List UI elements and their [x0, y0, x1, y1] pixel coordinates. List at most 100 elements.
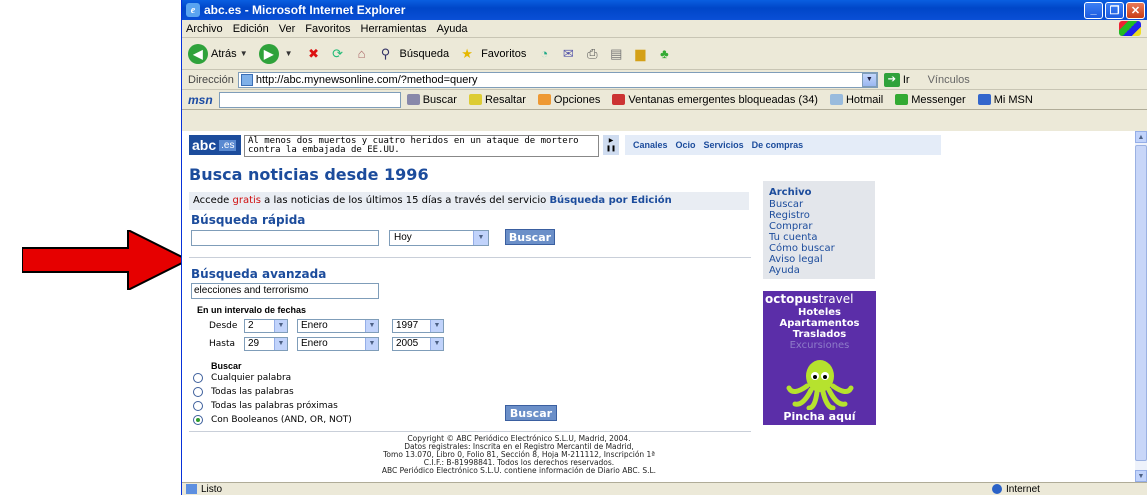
vertical-scrollbar[interactable]: ▲ ▼	[1135, 131, 1147, 482]
maximize-button[interactable]: ❐	[1105, 1, 1124, 19]
sidebar-link-registro[interactable]: Registro	[769, 210, 869, 221]
menu-favoritos[interactable]: Favoritos	[305, 23, 350, 35]
popup-blocker-button[interactable]: Ventanas emergentes bloqueadas (34)	[612, 94, 818, 106]
go-arrow-icon: ➔	[883, 72, 900, 87]
menu-herramientas[interactable]: Herramientas	[361, 23, 427, 35]
play-icon[interactable]: ▶	[609, 137, 614, 145]
site-header: abc .es Al menos dos muertos y cuatro her…	[189, 135, 1129, 159]
sidebar-link-cuenta[interactable]: Tu cuenta	[769, 232, 869, 243]
quick-search-input[interactable]	[191, 230, 379, 246]
close-button[interactable]: ✕	[1126, 1, 1145, 19]
menu-ver[interactable]: Ver	[279, 23, 296, 35]
stop-icon[interactable]: ✖	[304, 44, 324, 64]
quick-search-button[interactable]: Buscar	[505, 229, 555, 245]
radio-button[interactable]	[193, 387, 203, 397]
quick-search-title: Búsqueda rápida	[191, 213, 306, 227]
msn-opciones-button[interactable]: Opciones	[537, 94, 600, 106]
busqueda-edicion-link[interactable]: Búsqueda por Edición	[549, 195, 671, 206]
hotmail-button[interactable]: Hotmail	[829, 94, 883, 106]
radio-near-words[interactable]: Todas las palabras próximas	[193, 401, 338, 411]
mail-icon[interactable]: ✉	[558, 44, 578, 64]
sidebar-title[interactable]: Archivo	[769, 187, 869, 198]
sidebar-link-comprar[interactable]: Comprar	[769, 221, 869, 232]
address-label: Dirección	[188, 73, 234, 86]
home-icon[interactable]: ⌂	[352, 44, 372, 64]
go-label: Ir	[902, 73, 910, 86]
chevron-down-icon[interactable]: ▼	[365, 320, 378, 332]
chevron-down-icon[interactable]: ▼	[274, 338, 287, 350]
address-input[interactable]: http://abc.mynewsonline.com/?method=quer…	[237, 71, 878, 88]
pause-icon[interactable]: ❚❚	[606, 145, 616, 153]
octopustravel-ad[interactable]: octopustravel Hoteles Apartamentos Trasl…	[763, 291, 876, 425]
abc-logo[interactable]: abc .es	[189, 135, 241, 155]
msn-buscar-label: Buscar	[422, 93, 457, 106]
ticker-nav[interactable]: ▶ ❚❚	[603, 135, 619, 155]
minimize-button[interactable]: _	[1084, 1, 1103, 19]
chevron-down-icon[interactable]: ▼	[274, 320, 287, 332]
msn-toolbar: msn Buscar Resaltar Opciones Ventanas em…	[182, 90, 1147, 110]
messenger-label: Messenger	[911, 93, 966, 106]
radio-any-word[interactable]: Cualquier palabra	[193, 373, 291, 383]
copyright-line: ABC Periódico Electrónico S.L.U. contien…	[381, 466, 657, 475]
radio-button[interactable]	[193, 401, 203, 411]
radio-button[interactable]	[193, 373, 203, 383]
folder-icon[interactable]: ▆	[630, 44, 650, 64]
sidebar-link-buscar[interactable]: Buscar	[769, 199, 869, 210]
favorites-button[interactable]: ★ Favoritos	[457, 44, 526, 64]
from-year-select[interactable]: 1997 ▼	[392, 319, 444, 333]
chevron-down-icon[interactable]: ▼	[861, 72, 877, 87]
chevron-down-icon[interactable]: ▼	[473, 231, 488, 245]
mimsn-button[interactable]: Mi MSN	[977, 94, 1033, 106]
scroll-up-icon[interactable]: ▲	[1135, 131, 1147, 143]
links-button[interactable]: Vínculos	[928, 74, 970, 86]
sidebar-link-aviso-legal[interactable]: Aviso legal	[769, 254, 869, 265]
forward-button[interactable]: ▶ ▼	[258, 43, 296, 64]
refresh-icon[interactable]: ⟳	[328, 44, 348, 64]
menu-archivo[interactable]: Archivo	[186, 23, 223, 35]
chevron-down-icon[interactable]: ▼	[365, 338, 378, 350]
msn-resaltar-button[interactable]: Resaltar	[468, 94, 526, 106]
sidebar-link-como-buscar[interactable]: Cómo buscar	[769, 243, 869, 254]
menu-edicion[interactable]: Edición	[233, 23, 269, 35]
radio-boolean[interactable]: Con Booleanos (AND, OR, NOT)	[193, 415, 352, 425]
sidebar-link-ayuda[interactable]: Ayuda	[769, 265, 869, 276]
to-day-select[interactable]: 29 ▼	[244, 337, 288, 351]
logo-text: abc	[192, 137, 217, 153]
messenger-button[interactable]: Messenger	[895, 93, 966, 106]
scroll-down-icon[interactable]: ▼	[1135, 470, 1147, 482]
to-month-select[interactable]: Enero ▼	[297, 337, 379, 351]
page-content: abc .es Al menos dos muertos y cuatro her…	[189, 131, 1129, 475]
ocio-link[interactable]: Ocio	[676, 140, 696, 150]
to-year-select[interactable]: 2005 ▼	[392, 337, 444, 351]
red-arrow-icon	[22, 230, 188, 290]
print-icon[interactable]: ⎙	[582, 44, 602, 64]
messenger-icon[interactable]: ♣	[654, 44, 674, 64]
chevron-down-icon[interactable]: ▼	[285, 49, 293, 58]
chevron-down-icon[interactable]: ▼	[240, 49, 248, 58]
advanced-search-input[interactable]: elecciones and terrorismo	[191, 283, 379, 299]
advanced-search-button[interactable]: Buscar	[505, 405, 557, 421]
back-button[interactable]: ◀ Atrás ▼	[188, 43, 251, 64]
go-button[interactable]: ➔ Ir	[883, 72, 910, 87]
msn-logo[interactable]: msn	[188, 93, 213, 107]
canales-link[interactable]: Canales	[633, 140, 668, 150]
chevron-down-icon[interactable]: ▼	[430, 320, 443, 332]
edit-icon[interactable]: ▤	[606, 44, 626, 64]
menu-ayuda[interactable]: Ayuda	[437, 23, 468, 35]
servicios-link[interactable]: Servicios	[704, 140, 744, 150]
news-ticker[interactable]: Al menos dos muertos y cuatro heridos en…	[244, 135, 599, 157]
chevron-down-icon[interactable]: ▼	[430, 338, 443, 350]
radio-button-selected[interactable]	[193, 415, 203, 425]
msn-search-input[interactable]	[218, 91, 401, 108]
compras-link[interactable]: De compras	[752, 140, 804, 150]
windows-logo-icon	[1119, 21, 1141, 36]
from-month-select[interactable]: Enero ▼	[297, 319, 379, 333]
quick-range-select[interactable]: Hoy ▼	[389, 230, 489, 246]
history-icon[interactable]: ◔	[534, 44, 554, 64]
from-day-select[interactable]: 2 ▼	[244, 319, 288, 333]
scroll-thumb[interactable]	[1135, 145, 1147, 461]
ad-cta[interactable]: Pincha aquí	[763, 410, 876, 423]
radio-all-words[interactable]: Todas las palabras	[193, 387, 294, 397]
search-button[interactable]: ⚲ Búsqueda	[376, 44, 449, 64]
msn-buscar-button[interactable]: Buscar	[406, 93, 457, 106]
